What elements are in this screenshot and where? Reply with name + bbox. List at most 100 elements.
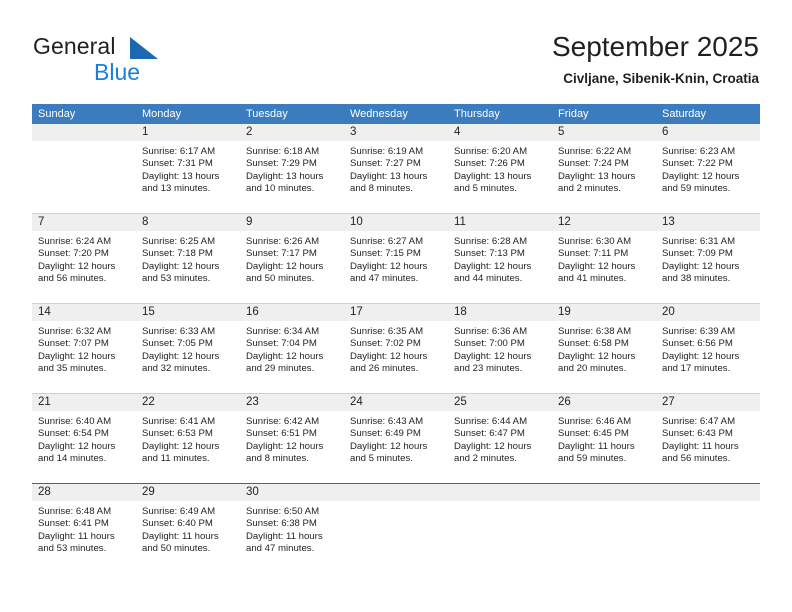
day-cell[interactable] [344, 484, 448, 573]
day-cell[interactable]: 21 Sunrise: 6:40 AM Sunset: 6:54 PM Dayl… [32, 394, 136, 483]
daylight-line-1: Daylight: 13 hours [558, 170, 636, 182]
sunrise-line: Sunrise: 6:25 AM [142, 236, 216, 247]
sunrise-line: Sunrise: 6:36 AM [454, 326, 528, 337]
title-block: September 2025 Civljane, Sibenik-Knin, C… [552, 30, 759, 89]
day-cell[interactable]: 11 Sunrise: 6:28 AM Sunset: 7:13 PM Dayl… [448, 214, 552, 303]
day-number: 7 [32, 214, 136, 231]
sunset-line: Sunset: 7:24 PM [558, 158, 629, 170]
day-cell[interactable]: 18 Sunrise: 6:36 AM Sunset: 7:00 PM Dayl… [448, 304, 552, 393]
sunset-line: Sunset: 7:04 PM [246, 338, 317, 350]
day-cell[interactable]: 3 Sunrise: 6:19 AM Sunset: 7:27 PM Dayli… [344, 124, 448, 213]
daylight-line-1: Daylight: 11 hours [246, 530, 323, 542]
week-row: 14 Sunrise: 6:32 AM Sunset: 7:07 PM Dayl… [32, 303, 760, 393]
day-cell[interactable]: 10 Sunrise: 6:27 AM Sunset: 7:15 PM Dayl… [344, 214, 448, 303]
day-cell[interactable] [656, 484, 760, 573]
sunrise-line: Sunrise: 6:30 AM [558, 236, 632, 247]
day-cell[interactable]: 29 Sunrise: 6:49 AM Sunset: 6:40 PM Dayl… [136, 484, 240, 573]
day-cell[interactable]: 2 Sunrise: 6:18 AM Sunset: 7:29 PM Dayli… [240, 124, 344, 213]
day-cell[interactable]: 7 Sunrise: 6:24 AM Sunset: 7:20 PM Dayli… [32, 214, 136, 303]
day-cell[interactable]: 15 Sunrise: 6:33 AM Sunset: 7:05 PM Dayl… [136, 304, 240, 393]
calendar-page: General Blue September 2025 Civljane, Si… [0, 0, 792, 612]
day-cell[interactable]: 1 Sunrise: 6:17 AM Sunset: 7:31 PM Dayli… [136, 124, 240, 213]
day-number: 29 [136, 484, 240, 501]
daylight-line-2: and 38 minutes. [662, 272, 731, 284]
daylight-line-2: and 8 minutes. [350, 182, 413, 194]
day-cell[interactable]: 30 Sunrise: 6:50 AM Sunset: 6:38 PM Dayl… [240, 484, 344, 573]
day-cell[interactable]: 28 Sunrise: 6:48 AM Sunset: 6:41 PM Dayl… [32, 484, 136, 573]
day-cell[interactable]: 25 Sunrise: 6:44 AM Sunset: 6:47 PM Dayl… [448, 394, 552, 483]
day-details [656, 501, 760, 506]
day-cell[interactable]: 5 Sunrise: 6:22 AM Sunset: 7:24 PM Dayli… [552, 124, 656, 213]
day-cell[interactable]: 23 Sunrise: 6:42 AM Sunset: 6:51 PM Dayl… [240, 394, 344, 483]
sunset-line: Sunset: 7:20 PM [38, 248, 109, 260]
day-cell[interactable] [448, 484, 552, 573]
day-cell[interactable]: 27 Sunrise: 6:47 AM Sunset: 6:43 PM Dayl… [656, 394, 760, 483]
daylight-line-1: Daylight: 13 hours [350, 170, 428, 182]
week-row: 1 Sunrise: 6:17 AM Sunset: 7:31 PM Dayli… [32, 124, 760, 213]
sunrise-line: Sunrise: 6:41 AM [142, 416, 216, 427]
sunrise-line: Sunrise: 6:38 AM [558, 326, 632, 337]
day-details: Sunrise: 6:38 AM Sunset: 6:58 PM Dayligh… [552, 321, 656, 375]
sunset-line: Sunset: 6:40 PM [142, 518, 213, 530]
day-cell[interactable]: 6 Sunrise: 6:23 AM Sunset: 7:22 PM Dayli… [656, 124, 760, 213]
day-cell[interactable]: 20 Sunrise: 6:39 AM Sunset: 6:56 PM Dayl… [656, 304, 760, 393]
day-cell[interactable]: 4 Sunrise: 6:20 AM Sunset: 7:26 PM Dayli… [448, 124, 552, 213]
day-details: Sunrise: 6:28 AM Sunset: 7:13 PM Dayligh… [448, 231, 552, 285]
day-details: Sunrise: 6:43 AM Sunset: 6:49 PM Dayligh… [344, 411, 448, 465]
daylight-line-1: Daylight: 12 hours [142, 440, 220, 452]
day-cell[interactable]: 24 Sunrise: 6:43 AM Sunset: 6:49 PM Dayl… [344, 394, 448, 483]
daylight-line-2: and 53 minutes. [142, 272, 211, 284]
day-cell[interactable]: 17 Sunrise: 6:35 AM Sunset: 7:02 PM Dayl… [344, 304, 448, 393]
day-number: 4 [448, 124, 552, 141]
day-cell[interactable]: 12 Sunrise: 6:30 AM Sunset: 7:11 PM Dayl… [552, 214, 656, 303]
sunset-line: Sunset: 6:43 PM [662, 428, 733, 440]
day-details: Sunrise: 6:49 AM Sunset: 6:40 PM Dayligh… [136, 501, 240, 555]
brand-general-text: General [33, 33, 116, 59]
sunset-line: Sunset: 7:15 PM [350, 248, 421, 260]
daylight-line-1: Daylight: 13 hours [454, 170, 532, 182]
weekday-header-tuesday: Tuesday [246, 108, 288, 120]
day-details: Sunrise: 6:23 AM Sunset: 7:22 PM Dayligh… [656, 141, 760, 195]
daylight-line-2: and 10 minutes. [246, 182, 315, 194]
triangle-logo-icon [130, 37, 158, 59]
day-number: 3 [344, 124, 448, 141]
page-subtitle: Civljane, Sibenik-Knin, Croatia [563, 71, 759, 86]
day-details: Sunrise: 6:26 AM Sunset: 7:17 PM Dayligh… [240, 231, 344, 285]
sunrise-line: Sunrise: 6:22 AM [558, 146, 632, 157]
sunset-line: Sunset: 6:45 PM [558, 428, 629, 440]
daylight-line-2: and 8 minutes. [246, 452, 309, 464]
day-cell[interactable]: 26 Sunrise: 6:46 AM Sunset: 6:45 PM Dayl… [552, 394, 656, 483]
daylight-line-1: Daylight: 12 hours [246, 260, 324, 272]
day-cell[interactable]: 8 Sunrise: 6:25 AM Sunset: 7:18 PM Dayli… [136, 214, 240, 303]
sunrise-line: Sunrise: 6:32 AM [38, 326, 112, 337]
day-details: Sunrise: 6:47 AM Sunset: 6:43 PM Dayligh… [656, 411, 760, 465]
day-number [344, 484, 448, 501]
brand-logo[interactable]: General Blue [33, 33, 233, 91]
day-cell[interactable]: 22 Sunrise: 6:41 AM Sunset: 6:53 PM Dayl… [136, 394, 240, 483]
day-cell[interactable] [32, 124, 136, 213]
daylight-line-2: and 13 minutes. [142, 182, 211, 194]
day-cell[interactable]: 16 Sunrise: 6:34 AM Sunset: 7:04 PM Dayl… [240, 304, 344, 393]
day-number: 24 [344, 394, 448, 411]
day-details: Sunrise: 6:27 AM Sunset: 7:15 PM Dayligh… [344, 231, 448, 285]
day-cell[interactable]: 19 Sunrise: 6:38 AM Sunset: 6:58 PM Dayl… [552, 304, 656, 393]
daylight-line-2: and 53 minutes. [38, 542, 107, 554]
weekday-header-saturday: Saturday [662, 108, 707, 120]
day-details: Sunrise: 6:19 AM Sunset: 7:27 PM Dayligh… [344, 141, 448, 195]
sunset-line: Sunset: 7:22 PM [662, 158, 733, 170]
daylight-line-2: and 50 minutes. [246, 272, 315, 284]
day-details: Sunrise: 6:39 AM Sunset: 6:56 PM Dayligh… [656, 321, 760, 375]
daylight-line-2: and 20 minutes. [558, 362, 627, 374]
page-header: General Blue September 2025 Civljane, Si… [0, 0, 792, 100]
day-cell[interactable]: 14 Sunrise: 6:32 AM Sunset: 7:07 PM Dayl… [32, 304, 136, 393]
daylight-line-1: Daylight: 12 hours [662, 170, 740, 182]
daylight-line-2: and 5 minutes. [454, 182, 517, 194]
sunset-line: Sunset: 7:17 PM [246, 248, 317, 260]
day-details: Sunrise: 6:36 AM Sunset: 7:00 PM Dayligh… [448, 321, 552, 375]
day-cell[interactable]: 9 Sunrise: 6:26 AM Sunset: 7:17 PM Dayli… [240, 214, 344, 303]
daylight-line-2: and 56 minutes. [38, 272, 107, 284]
day-details: Sunrise: 6:44 AM Sunset: 6:47 PM Dayligh… [448, 411, 552, 465]
day-cell[interactable]: 13 Sunrise: 6:31 AM Sunset: 7:09 PM Dayl… [656, 214, 760, 303]
daylight-line-1: Daylight: 11 hours [142, 530, 219, 542]
day-cell[interactable] [552, 484, 656, 573]
